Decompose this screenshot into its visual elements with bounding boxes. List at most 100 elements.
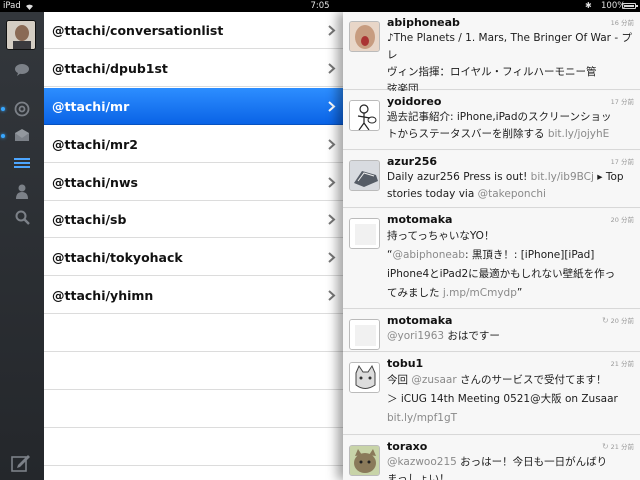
empty-row	[44, 429, 344, 466]
tweet-username[interactable]: yoidoreo	[387, 95, 441, 108]
tweet-timestamp: 21 分前	[610, 360, 634, 368]
empty-row	[44, 315, 344, 352]
tweet-username[interactable]: motomaka	[387, 314, 452, 327]
tweet-line: iPhone4とiPad2に最適かもしれない壁紙を作っ	[387, 268, 616, 280]
tweet-link[interactable]: j.mp/mCmydp	[443, 287, 517, 299]
tweet-line: Daily azur256 Press is out! bit.ly/ib9BC…	[387, 169, 633, 186]
tweet-timestamp: 20 分前	[610, 216, 634, 224]
retweet-icon: ↻	[601, 442, 609, 451]
avatar[interactable]	[349, 100, 380, 131]
tweet-line: @yori1963 おはですー	[387, 328, 633, 345]
chevron-right-icon	[328, 214, 336, 225]
sidebar	[0, 12, 44, 480]
avatar[interactable]	[349, 21, 380, 52]
tweet-line-text: Daily azur256 Press is out!	[387, 171, 531, 183]
tweet-line: 過去記事紹介: iPhone,iPadのスクリーンショッ	[387, 111, 612, 123]
tweet-line: まっしょい！	[387, 473, 450, 480]
tweet-line-text: : 黒頂き！: [iPhone][iPad]	[464, 249, 595, 261]
clock: 7:05	[310, 1, 330, 11]
envelope-icon[interactable]	[12, 126, 32, 144]
tweet-line-text: stories today via	[387, 188, 478, 200]
avatar[interactable]	[349, 362, 380, 393]
list-item[interactable]: @ttachi/tokyohack	[44, 239, 344, 276]
tweet-username[interactable]: motomaka	[387, 213, 452, 226]
unread-dot	[1, 134, 5, 138]
tweet[interactable]: motomaka ↻ 20 分前 @yori1963 おはですー	[343, 310, 640, 352]
tweet-timestamp: 17 分前	[610, 98, 634, 106]
timeline-panel[interactable]: abiphoneab 16 分前 ♪The Planets / 1. Mars,…	[343, 12, 640, 480]
tweet-line: ＞ iCUG 14th Meeting 0521@大阪 on Zusaar	[387, 393, 618, 405]
tweet-timestamp: ↻ 21 分前	[602, 441, 634, 451]
tweet-line-text: ▸ Top	[593, 171, 624, 183]
empty-row	[44, 391, 344, 428]
list-label: @ttachi/sb	[52, 212, 127, 227]
tweet-text: 持ってっちゃいなYO！ “@abiphoneab: 黒頂き！: [iPhone]…	[387, 227, 633, 303]
tweet-line: 今回 @zusaar さんのサービスで受付てます！	[387, 371, 633, 390]
tweet-text: 過去記事紹介: iPhone,iPadのスクリーンショッ トからステータスバーを…	[387, 109, 633, 143]
tweet-timestamp: ↻ 20 分前	[602, 315, 634, 325]
list-label: @ttachi/tokyohack	[52, 250, 183, 265]
screen: iPad 7:05 ✱ 100% @ttachi/conversationlis…	[0, 0, 640, 480]
tweet-line-text: てみました	[387, 287, 443, 299]
list-item[interactable]: @ttachi/mr2	[44, 126, 344, 163]
person-icon[interactable]	[12, 182, 32, 200]
search-icon[interactable]	[12, 208, 32, 226]
list-label: @ttachi/mr2	[52, 137, 138, 152]
list-label: @ttachi/conversationlist	[52, 23, 224, 38]
tweet-text: 今回 @zusaar さんのサービスで受付てます！ ＞ iCUG 14th Me…	[387, 371, 633, 428]
speech-bubble-icon[interactable]	[12, 61, 32, 79]
tweet-link[interactable]: bit.ly/jojyhE	[548, 128, 609, 140]
chevron-right-icon	[328, 290, 336, 301]
tweet-username[interactable]: tobu1	[387, 357, 423, 370]
list-item[interactable]: @ttachi/dpub1st	[44, 50, 344, 87]
tweet-timestamp: 17 分前	[610, 158, 634, 166]
tweet-text: ♪The Planets / 1. Mars, The Bringer Of W…	[387, 30, 633, 98]
empty-row	[44, 353, 344, 390]
battery-icon	[622, 3, 638, 9]
tweet-username[interactable]: azur256	[387, 155, 437, 168]
list-icon[interactable]	[12, 154, 32, 172]
list-panel: @ttachi/conversationlist @ttachi/dpub1st…	[44, 12, 344, 480]
tweet-link[interactable]: bit.ly/ib9BCj	[531, 171, 594, 183]
tweet-mention[interactable]: @takeponchi	[478, 188, 546, 200]
tweet[interactable]: azur256 17 分前 Daily azur256 Press is out…	[343, 151, 640, 208]
compose-icon[interactable]	[11, 454, 31, 472]
tweet-text: Daily azur256 Press is out! bit.ly/ib9BC…	[387, 169, 633, 203]
tweet-line-text: おはですー	[444, 330, 500, 342]
tweet-mention[interactable]: @abiphoneab	[392, 249, 464, 261]
list-item[interactable]: @ttachi/nws	[44, 164, 344, 201]
avatar[interactable]	[349, 319, 380, 350]
list-label: @ttachi/yhimn	[52, 288, 154, 303]
chevron-right-icon	[328, 25, 336, 36]
list-label: @ttachi/dpub1st	[52, 61, 168, 76]
tweet-username[interactable]: toraxo	[387, 440, 427, 453]
avatar[interactable]	[349, 218, 380, 249]
chevron-right-icon	[328, 252, 336, 263]
tweet-link[interactable]: bit.ly/mpf1gT	[387, 409, 633, 428]
list-item[interactable]: @ttachi/conversationlist	[44, 12, 344, 49]
status-bar: iPad 7:05 ✱ 100%	[0, 0, 640, 12]
tweet-username[interactable]: abiphoneab	[387, 16, 460, 29]
unread-dot	[1, 107, 5, 111]
avatar[interactable]	[349, 160, 380, 191]
tweet-mention[interactable]: @zusaar	[411, 374, 456, 386]
list-item[interactable]: @ttachi/sb	[44, 201, 344, 238]
list-item[interactable]: @ttachi/yhimn	[44, 277, 344, 314]
avatar[interactable]	[349, 445, 380, 476]
list-item-selected[interactable]: @ttachi/mr	[44, 88, 344, 125]
tweet-timestamp: 16 分前	[610, 19, 634, 27]
bluetooth-icon: ✱	[585, 1, 592, 10]
tweet-mention[interactable]: @yori1963	[387, 330, 444, 342]
tweet[interactable]: toraxo ↻ 21 分前 @kazwoo215 おっはー！今日も一日がんばり …	[343, 436, 640, 480]
tweet-mention[interactable]: @kazwoo215	[387, 456, 457, 468]
tweet[interactable]: yoidoreo 17 分前 過去記事紹介: iPhone,iPadのスクリーン…	[343, 91, 640, 150]
tweet[interactable]: abiphoneab 16 分前 ♪The Planets / 1. Mars,…	[343, 12, 640, 95]
tweet-line: “@abiphoneab: 黒頂き！: [iPhone][iPad]	[387, 246, 633, 265]
at-icon[interactable]	[12, 100, 32, 118]
tweet-line-text: おっはー！今日も一日がんばり	[456, 456, 608, 468]
list-label: @ttachi/nws	[52, 175, 138, 190]
tweet-time-text: 20 分前	[610, 317, 634, 325]
tweet[interactable]: tobu1 21 分前 今回 @zusaar さんのサービスで受付てます！ ＞ …	[343, 353, 640, 435]
avatar[interactable]	[6, 20, 36, 50]
tweet[interactable]: motomaka 20 分前 持ってっちゃいなYO！ “@abiphoneab:…	[343, 209, 640, 309]
